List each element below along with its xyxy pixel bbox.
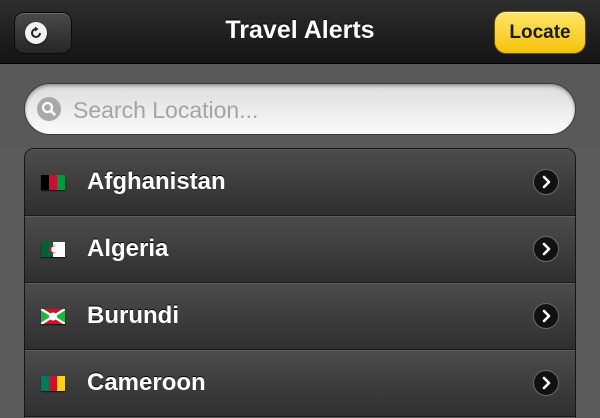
cameroon-flag-icon: [41, 376, 65, 391]
afghanistan-flag-icon: [41, 175, 65, 190]
country-list: Afghanistan Algeria Burundi Cameroon: [24, 148, 576, 418]
country-name: Algeria: [87, 235, 169, 262]
search-input[interactable]: [71, 92, 565, 128]
search-field[interactable]: [24, 83, 576, 135]
search-bar-area: [0, 64, 600, 148]
chevron-right-icon[interactable]: [533, 169, 559, 195]
locate-button[interactable]: Locate: [494, 11, 586, 54]
chevron-right-icon[interactable]: [533, 236, 559, 262]
burundi-flag-icon: [41, 309, 65, 324]
chevron-right-icon[interactable]: [533, 370, 559, 396]
country-name: Burundi: [87, 302, 179, 329]
list-item-afghanistan[interactable]: Afghanistan: [25, 149, 575, 216]
country-name: Cameroon: [87, 369, 206, 396]
algeria-flag-icon: [41, 242, 65, 257]
country-name: Afghanistan: [87, 168, 226, 195]
list-item-algeria[interactable]: Algeria: [25, 216, 575, 283]
search-icon: [37, 97, 61, 121]
chevron-right-icon[interactable]: [533, 303, 559, 329]
top-navigation-bar: Travel Alerts Locate: [0, 0, 600, 64]
list-item-cameroon[interactable]: Cameroon: [25, 350, 575, 417]
list-item-burundi[interactable]: Burundi: [25, 283, 575, 350]
